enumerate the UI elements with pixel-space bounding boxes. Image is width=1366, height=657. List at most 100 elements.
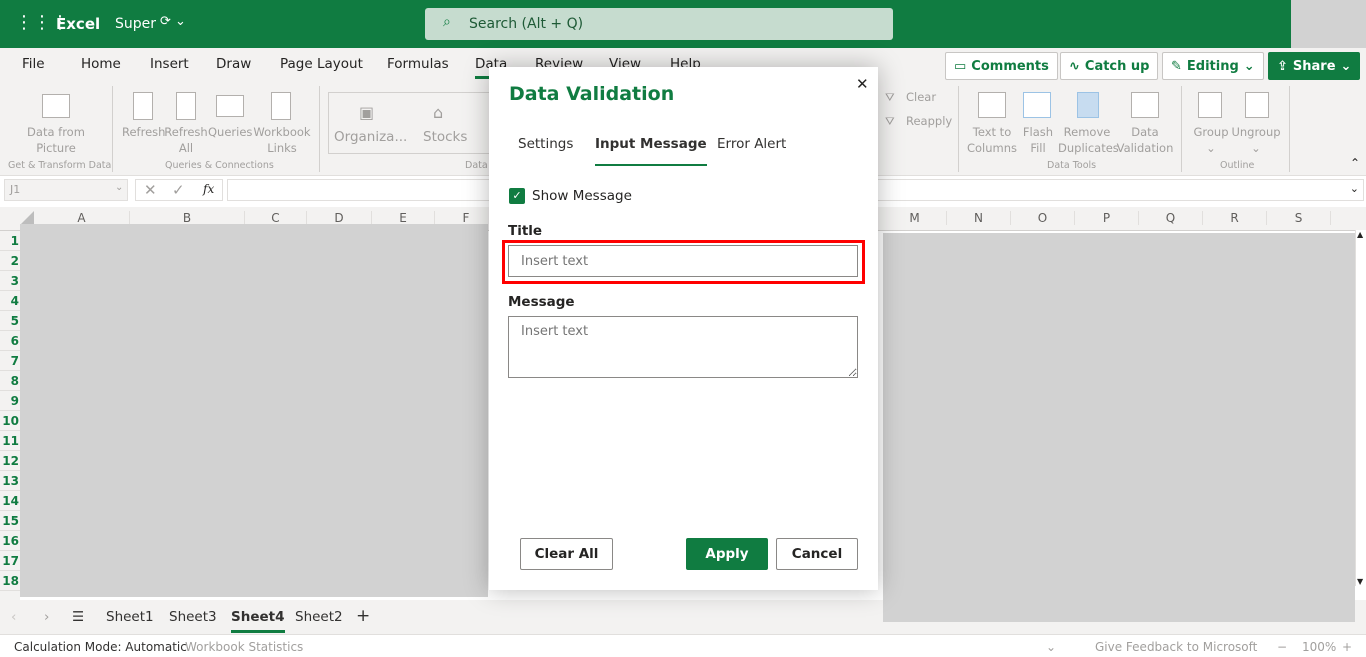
row-header[interactable]: 6 xyxy=(0,331,20,351)
calculation-mode[interactable]: Calculation Mode: Automatic xyxy=(14,640,187,654)
row-header[interactable]: 8 xyxy=(0,371,20,391)
tab-file[interactable]: File xyxy=(22,56,45,72)
tab-formulas[interactable]: Formulas xyxy=(387,56,449,72)
divider xyxy=(958,86,959,172)
collapse-ribbon-icon[interactable]: ⌃ xyxy=(1350,156,1360,170)
data-from-picture-button[interactable]: Data from Picture xyxy=(20,124,92,156)
refresh-all-button[interactable]: Refresh All xyxy=(164,124,208,156)
title-input[interactable] xyxy=(508,245,858,277)
row-header[interactable]: 3 xyxy=(0,271,20,291)
comments-button[interactable]: ▭ Comments xyxy=(945,52,1058,80)
tab-draw[interactable]: Draw xyxy=(216,56,251,72)
file-name[interactable]: Super xyxy=(115,16,156,32)
next-sheet-icon[interactable]: › xyxy=(44,609,49,625)
workbook-statistics[interactable]: Workbook Statistics xyxy=(185,640,303,654)
row-header[interactable]: 13 xyxy=(0,471,20,491)
prev-sheet-icon[interactable]: ‹ xyxy=(11,609,16,625)
stocks-button[interactable]: Stocks xyxy=(423,129,467,145)
ungroup-button[interactable]: Ungroup ⌄ xyxy=(1230,124,1282,156)
column-header[interactable]: B xyxy=(130,211,245,225)
flash-fill-button[interactable]: Flash Fill xyxy=(1020,124,1056,156)
data-validation-button[interactable]: Data Validation xyxy=(1116,124,1174,156)
tab-insert[interactable]: Insert xyxy=(150,56,189,72)
select-all-icon[interactable] xyxy=(20,211,34,225)
sheet-tab-sheet3[interactable]: Sheet3 xyxy=(169,609,217,625)
queries-button[interactable]: Queries xyxy=(208,124,252,140)
search-box[interactable]: ⌕ Search (Alt + Q) xyxy=(425,8,893,40)
editing-mode-button[interactable]: ✎ Editing ⌄ xyxy=(1162,52,1264,80)
sheet-tab-sheet4[interactable]: Sheet4 xyxy=(231,609,285,633)
workbook-links-button[interactable]: Workbook Links xyxy=(252,124,312,156)
remove-duplicates-button[interactable]: Remove Duplicates xyxy=(1058,124,1119,156)
cancel-button[interactable]: Cancel xyxy=(776,538,858,570)
row-header[interactable]: 14 xyxy=(0,491,20,511)
row-header[interactable]: 12 xyxy=(0,451,20,471)
group-button[interactable]: Group ⌄ xyxy=(1190,124,1232,156)
row-header[interactable]: 11 xyxy=(0,431,20,451)
zoom-out-icon[interactable]: − xyxy=(1277,640,1287,654)
row-header[interactable]: 10 xyxy=(0,411,20,431)
clear-all-button[interactable]: Clear All xyxy=(520,538,613,570)
sheet-tab-sheet2[interactable]: Sheet2 xyxy=(295,609,343,625)
insert-function-icon[interactable]: fx xyxy=(203,182,214,196)
apply-button[interactable]: Apply xyxy=(686,538,768,570)
reapply-button[interactable]: Reapply xyxy=(906,113,952,129)
catch-up-label: Catch up xyxy=(1084,58,1150,74)
row-header[interactable]: 17 xyxy=(0,551,20,571)
column-header[interactable]: D xyxy=(307,211,372,225)
catch-up-button[interactable]: ∿ Catch up xyxy=(1060,52,1159,80)
column-header[interactable]: M xyxy=(883,211,947,225)
add-sheet-icon[interactable]: + xyxy=(356,606,370,626)
divider xyxy=(0,634,1366,635)
sheet-tab-sheet1[interactable]: Sheet1 xyxy=(106,609,154,625)
scroll-down-icon[interactable]: ▼ xyxy=(1357,577,1363,586)
app-name[interactable]: Excel xyxy=(56,15,100,33)
share-button[interactable]: ⇪ Share ⌄ xyxy=(1268,52,1361,80)
tab-input-message[interactable]: Input Message xyxy=(595,136,707,166)
close-icon[interactable]: ✕ xyxy=(856,75,869,93)
saved-status-icon[interactable]: ⟳ ⌄ xyxy=(160,14,186,29)
column-header[interactable]: P xyxy=(1075,211,1139,225)
organization-button[interactable]: Organiza... xyxy=(334,129,407,145)
column-header[interactable]: Q xyxy=(1139,211,1203,225)
enter-icon[interactable]: ✓ xyxy=(172,181,185,199)
row-header[interactable]: 16 xyxy=(0,531,20,551)
name-box[interactable]: J1 ⌄ xyxy=(4,179,128,201)
column-header[interactable]: N xyxy=(947,211,1011,225)
row-header[interactable]: 7 xyxy=(0,351,20,371)
row-header[interactable]: 9 xyxy=(0,391,20,411)
all-sheets-icon[interactable]: ☰ xyxy=(72,609,84,625)
text-to-columns-button[interactable]: Text to Columns xyxy=(964,124,1020,156)
refresh-button[interactable]: Refresh xyxy=(122,124,165,140)
column-header[interactable]: O xyxy=(1011,211,1075,225)
column-header[interactable]: E xyxy=(372,211,435,225)
tab-home[interactable]: Home xyxy=(81,56,121,72)
tab-settings[interactable]: Settings xyxy=(518,136,573,152)
feedback-link[interactable]: Give Feedback to Microsoft xyxy=(1095,640,1257,654)
expand-formula-bar-icon[interactable]: ⌄ xyxy=(1350,182,1359,195)
vertical-scrollbar[interactable]: ▲ ▼ xyxy=(1355,230,1366,586)
tab-page-layout[interactable]: Page Layout xyxy=(280,56,363,72)
title-label: Title xyxy=(508,223,543,239)
cancel-icon[interactable]: ✕ xyxy=(144,181,157,199)
clear-button[interactable]: Clear xyxy=(906,89,936,105)
row-header[interactable]: 1 xyxy=(0,231,20,251)
column-header[interactable]: R xyxy=(1203,211,1267,225)
row-header[interactable]: 18 xyxy=(0,571,20,591)
row-header[interactable]: 5 xyxy=(0,311,20,331)
scroll-up-icon[interactable]: ▲ xyxy=(1357,230,1363,239)
show-message-checkbox[interactable]: ✓ xyxy=(509,188,525,204)
chevron-down-icon[interactable]: ⌄ xyxy=(1046,640,1056,654)
redacted-area xyxy=(883,233,1355,622)
zoom-level[interactable]: 100% xyxy=(1302,640,1336,654)
column-header[interactable]: S xyxy=(1267,211,1331,225)
row-header[interactable]: 4 xyxy=(0,291,20,311)
row-header[interactable]: 2 xyxy=(0,251,20,271)
column-header[interactable]: A xyxy=(34,211,130,225)
row-header[interactable]: 15 xyxy=(0,511,20,531)
tab-error-alert[interactable]: Error Alert xyxy=(717,136,786,152)
data-types-gallery[interactable]: ▣ Organiza... ⌂ Stocks xyxy=(328,92,498,154)
message-input[interactable] xyxy=(508,316,858,378)
column-header[interactable]: C xyxy=(245,211,307,225)
zoom-in-icon[interactable]: + xyxy=(1342,640,1352,654)
